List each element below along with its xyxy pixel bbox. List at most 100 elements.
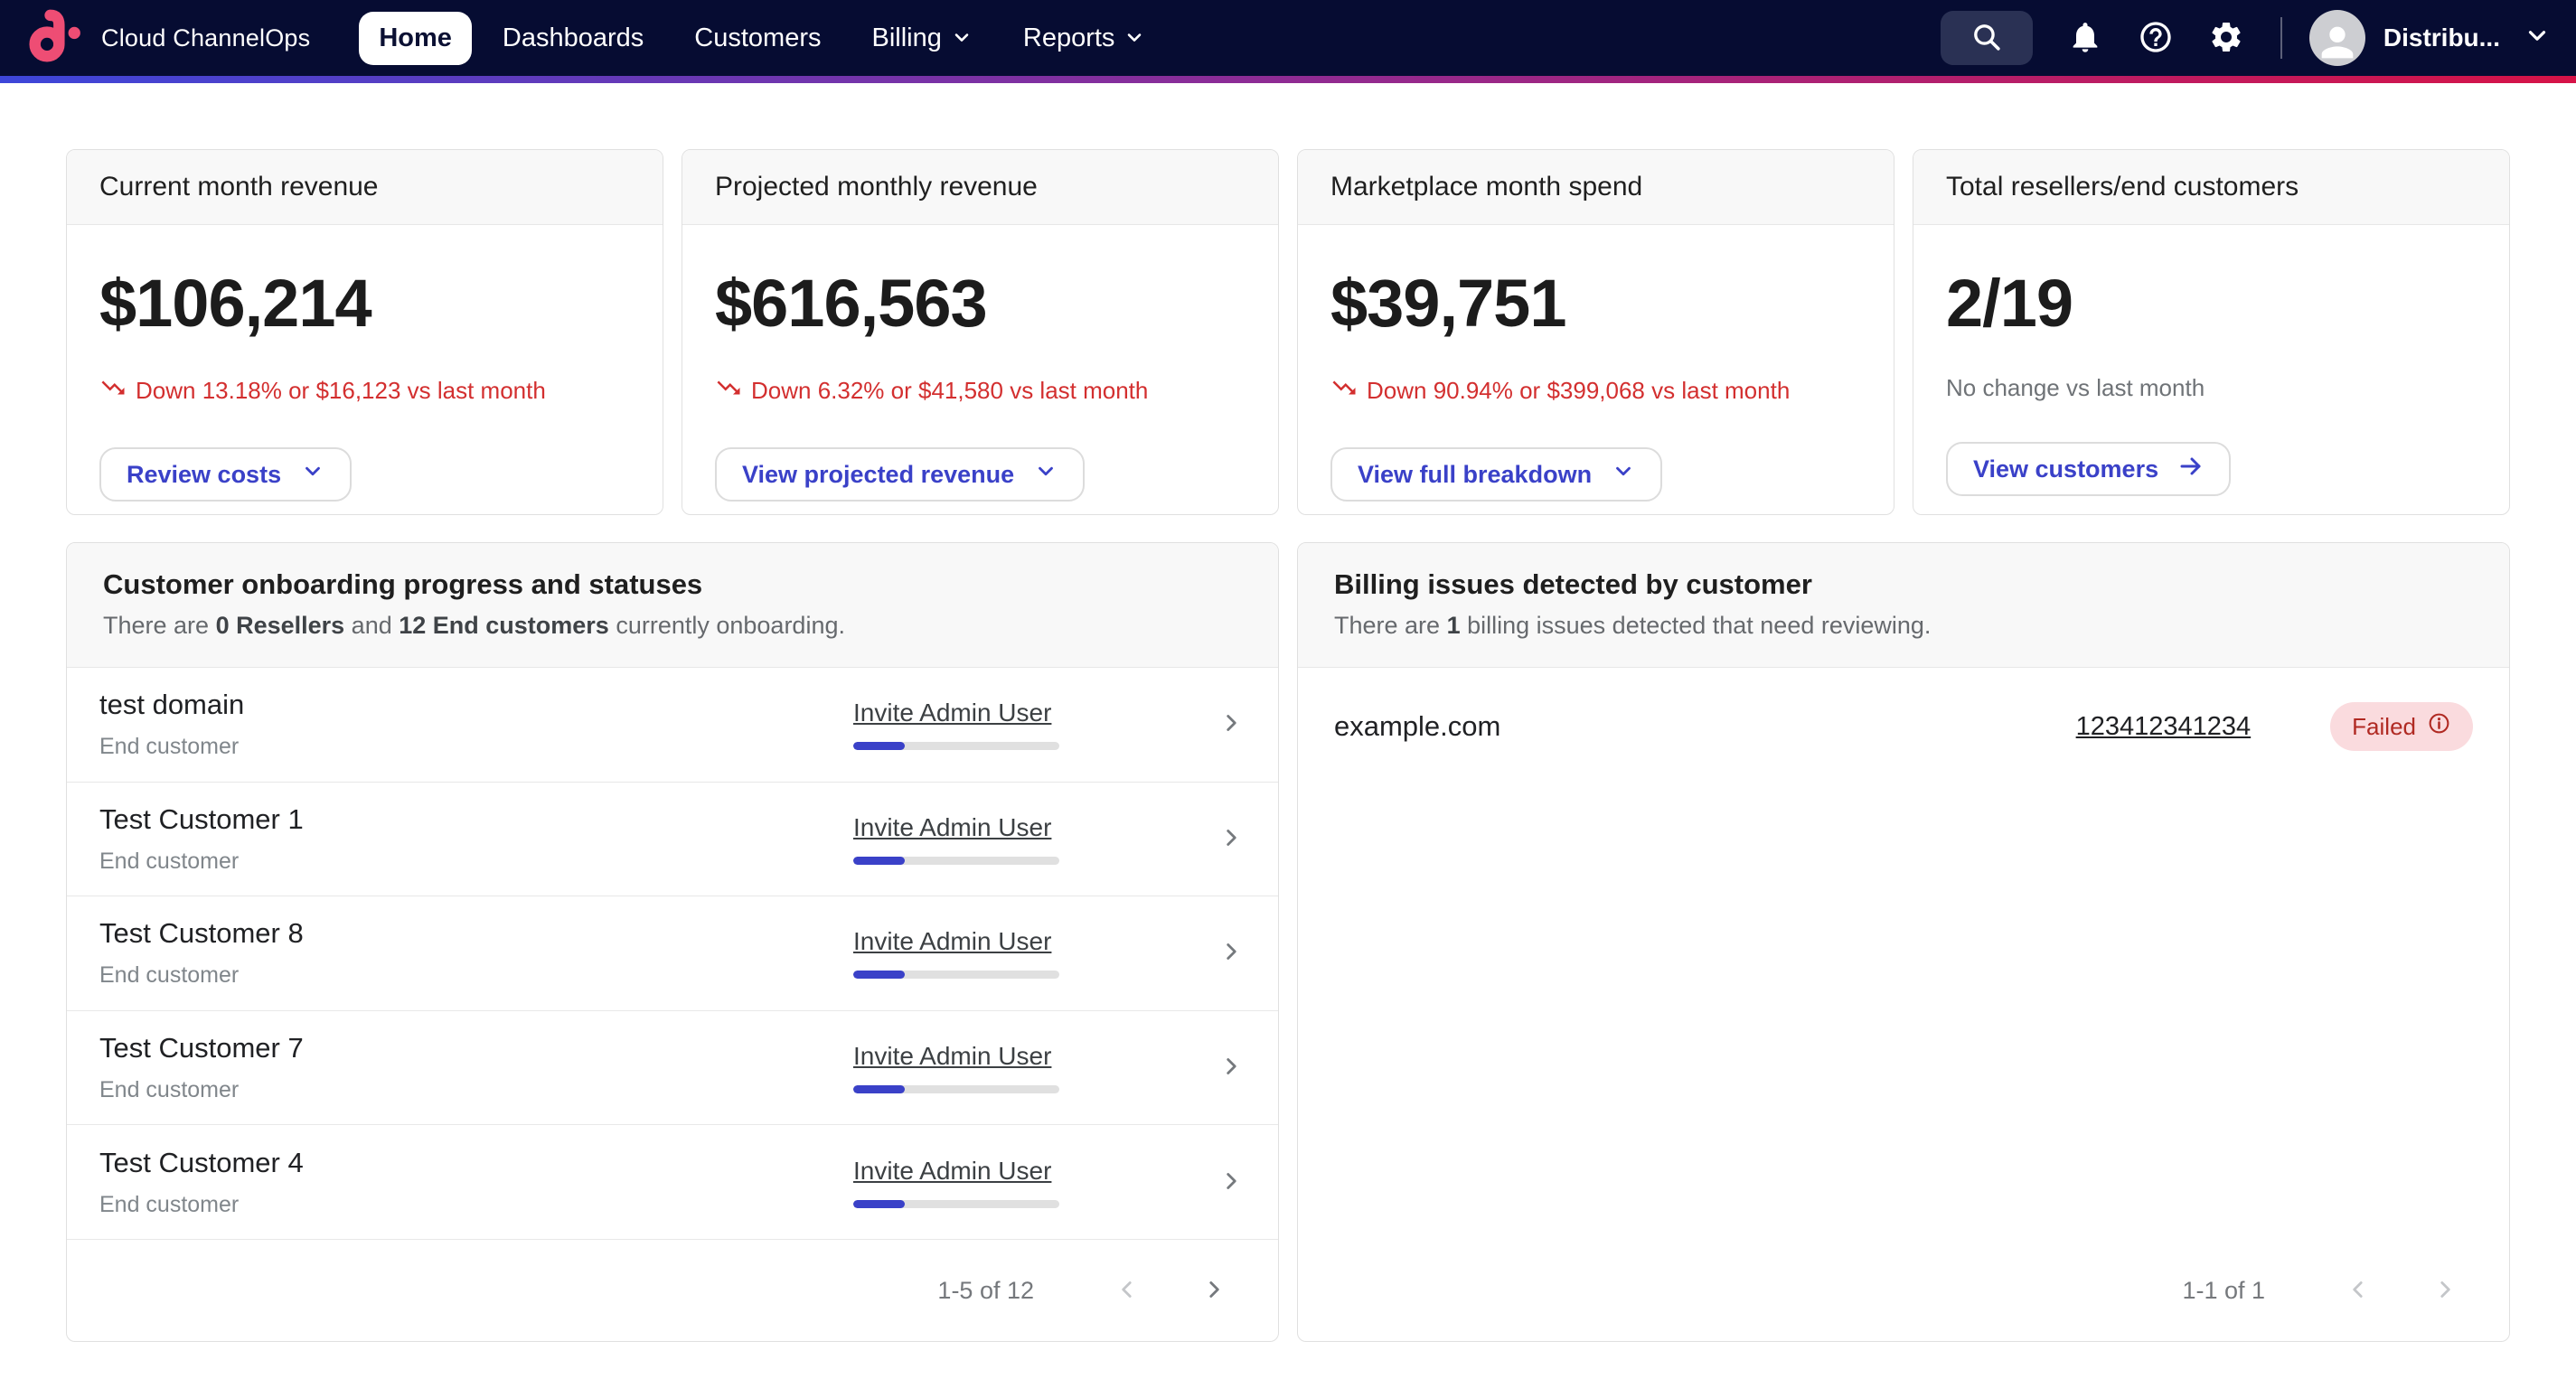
trending-down-icon xyxy=(99,374,127,408)
row-expand-button[interactable] xyxy=(1218,709,1246,739)
billing-panel-title: Billing issues detected by customer xyxy=(1334,568,2473,601)
card-title: Marketplace month spend xyxy=(1298,150,1894,225)
pagination-range-label: 1-1 of 1 xyxy=(2182,1277,2265,1305)
help-button[interactable] xyxy=(2138,19,2174,58)
stat-card-marketplace-month-spend: Marketplace month spend $39,751 Down 90.… xyxy=(1297,149,1894,515)
search-icon xyxy=(1970,21,2003,56)
customer-name: Test Customer 8 xyxy=(99,917,853,950)
stat-value: 2/19 xyxy=(1946,265,2477,342)
help-icon xyxy=(2138,19,2174,58)
chevron-down-icon xyxy=(1123,27,1145,49)
main-navigation: Home Dashboards Customers Billing Report… xyxy=(359,12,1165,65)
stat-value: $39,751 xyxy=(1330,265,1861,342)
notifications-button[interactable] xyxy=(2067,19,2103,58)
invite-admin-user-link[interactable]: Invite Admin User xyxy=(853,1157,1051,1186)
invite-admin-user-link[interactable]: Invite Admin User xyxy=(853,813,1051,842)
nav-item-reports[interactable]: Reports xyxy=(1003,12,1166,65)
customer-name: Test Customer 7 xyxy=(99,1032,853,1064)
brand-logo-icon xyxy=(25,7,83,70)
pagination-prev-button[interactable] xyxy=(2345,1276,2372,1306)
invite-admin-user-link[interactable]: Invite Admin User xyxy=(853,699,1051,727)
card-title: Projected monthly revenue xyxy=(682,150,1278,225)
stat-delta-text: No change vs last month xyxy=(1946,374,2205,402)
customer-name: Test Customer 4 xyxy=(99,1147,853,1179)
customer-name: test domain xyxy=(99,689,853,721)
stat-value: $106,214 xyxy=(99,265,630,342)
nav-item-dashboards[interactable]: Dashboards xyxy=(483,12,663,65)
stat-delta: No change vs last month xyxy=(1946,374,2477,402)
brand-gradient-bar xyxy=(0,76,2576,83)
stat-card-projected-monthly-revenue: Projected monthly revenue $616,563 Down … xyxy=(682,149,1279,515)
onboarding-row: Test Customer 7 End customer Invite Admi… xyxy=(67,1011,1278,1126)
pagination-next-button[interactable] xyxy=(1200,1276,1227,1306)
nav-item-label: Reports xyxy=(1023,23,1115,53)
view-full-breakdown-button[interactable]: View full breakdown xyxy=(1330,447,1662,502)
info-icon[interactable] xyxy=(2427,711,2451,742)
nav-item-customers[interactable]: Customers xyxy=(674,12,841,65)
trending-down-icon xyxy=(715,374,742,408)
onboarding-panel-title: Customer onboarding progress and statuse… xyxy=(103,568,1242,601)
nav-item-label: Billing xyxy=(872,23,942,53)
user-menu-label[interactable]: Distribu... xyxy=(2383,23,2500,52)
row-expand-button[interactable] xyxy=(1218,1168,1246,1197)
stat-delta-text: Down 13.18% or $16,123 vs last month xyxy=(136,377,546,405)
nav-item-home[interactable]: Home xyxy=(359,12,472,65)
invite-admin-user-link[interactable]: Invite Admin User xyxy=(853,1042,1051,1071)
customer-type: End customer xyxy=(99,849,853,875)
search-button[interactable] xyxy=(1941,11,2033,65)
avatar[interactable] xyxy=(2309,10,2365,66)
stat-value: $616,563 xyxy=(715,265,1246,342)
billing-issue-row: example.com 123412341234 Failed xyxy=(1298,668,2509,785)
button-label: Review costs xyxy=(127,461,281,489)
card-title: Current month revenue xyxy=(67,150,663,225)
bell-icon xyxy=(2067,19,2103,58)
chevron-right-icon xyxy=(1218,938,1246,968)
billing-pagination: 1-1 of 1 xyxy=(1298,1240,2509,1341)
chevron-down-icon xyxy=(951,27,973,49)
onboarding-progress-bar xyxy=(853,857,1059,865)
nav-item-label: Customers xyxy=(694,23,821,53)
nav-item-billing[interactable]: Billing xyxy=(852,12,992,65)
chevron-right-icon xyxy=(1200,1276,1227,1306)
onboarding-progress-bar xyxy=(853,971,1059,979)
onboarding-row: Test Customer 1 End customer Invite Admi… xyxy=(67,783,1278,897)
button-label: View projected revenue xyxy=(742,461,1014,489)
pagination-prev-button[interactable] xyxy=(1114,1276,1141,1306)
onboarding-row: test domain End customer Invite Admin Us… xyxy=(67,668,1278,783)
pagination-range-label: 1-5 of 12 xyxy=(937,1277,1034,1305)
brand-name: Cloud ChannelOps xyxy=(101,24,310,52)
pagination-next-button[interactable] xyxy=(2431,1276,2458,1306)
chevron-left-icon xyxy=(1114,1276,1141,1306)
stat-card-total-resellers-end-customers: Total resellers/end customers 2/19 No ch… xyxy=(1913,149,2510,515)
chevron-down-icon[interactable] xyxy=(2524,23,2551,54)
chevron-right-icon xyxy=(1218,1168,1246,1197)
stat-delta: Down 90.94% or $399,068 vs last month xyxy=(1330,374,1861,408)
customer-type: End customer xyxy=(99,1077,853,1103)
row-expand-button[interactable] xyxy=(1218,1053,1246,1083)
invite-admin-user-link[interactable]: Invite Admin User xyxy=(853,927,1051,956)
billing-customer-name: example.com xyxy=(1334,710,2076,743)
view-customers-button[interactable]: View customers xyxy=(1946,442,2231,496)
onboarding-panel: Customer onboarding progress and statuse… xyxy=(66,542,1279,1342)
stat-card-current-month-revenue: Current month revenue $106,214 Down 13.1… xyxy=(66,149,663,515)
chevron-right-icon xyxy=(1218,709,1246,739)
row-expand-button[interactable] xyxy=(1218,938,1246,968)
stat-delta-text: Down 6.32% or $41,580 vs last month xyxy=(751,377,1148,405)
settings-button[interactable] xyxy=(2208,19,2244,58)
stat-delta-text: Down 90.94% or $399,068 vs last month xyxy=(1367,377,1790,405)
chevron-left-icon xyxy=(2345,1276,2372,1306)
stat-card-row: Current month revenue $106,214 Down 13.1… xyxy=(66,149,2510,515)
billing-account-link[interactable]: 123412341234 xyxy=(2076,712,2252,742)
card-title: Total resellers/end customers xyxy=(1913,150,2509,225)
onboarding-row: Test Customer 4 End customer Invite Admi… xyxy=(67,1125,1278,1240)
row-expand-button[interactable] xyxy=(1218,824,1246,854)
customer-type: End customer xyxy=(99,1192,853,1218)
status-badge-label: Failed xyxy=(2352,713,2416,741)
button-label: View customers xyxy=(1973,455,2158,483)
gear-icon xyxy=(2208,19,2244,58)
onboarding-row: Test Customer 8 End customer Invite Admi… xyxy=(67,896,1278,1011)
status-badge-failed: Failed xyxy=(2330,702,2473,751)
review-costs-button[interactable]: Review costs xyxy=(99,447,352,502)
billing-issues-panel: Billing issues detected by customer Ther… xyxy=(1297,542,2510,1342)
view-projected-revenue-button[interactable]: View projected revenue xyxy=(715,447,1085,502)
